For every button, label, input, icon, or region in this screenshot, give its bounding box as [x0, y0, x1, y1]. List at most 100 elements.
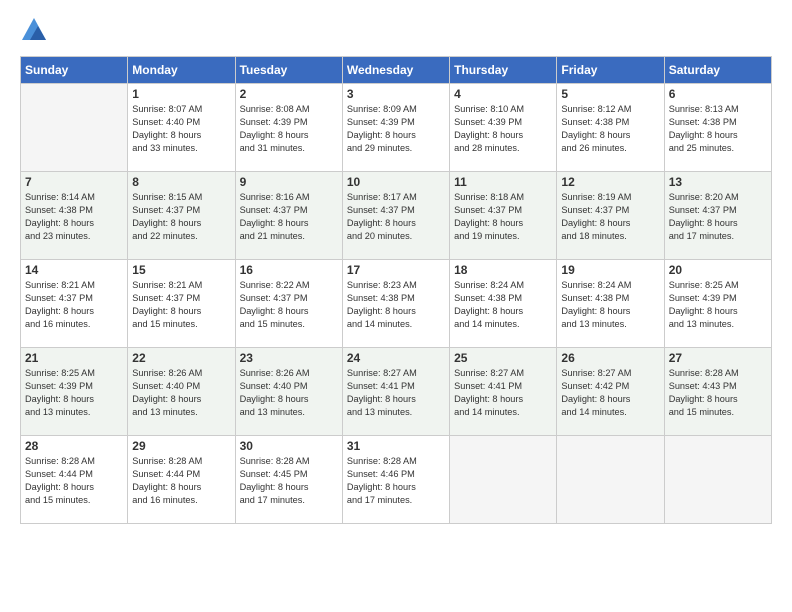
day-info: Sunrise: 8:18 AM Sunset: 4:37 PM Dayligh… — [454, 191, 552, 243]
calendar-cell: 20 Sunrise: 8:25 AM Sunset: 4:39 PM Dayli… — [664, 260, 771, 348]
calendar-cell — [21, 84, 128, 172]
day-number: 30 — [240, 439, 338, 453]
day-header: Saturday — [664, 57, 771, 84]
day-info: Sunrise: 8:13 AM Sunset: 4:38 PM Dayligh… — [669, 103, 767, 155]
calendar-cell: 11 Sunrise: 8:18 AM Sunset: 4:37 PM Dayli… — [450, 172, 557, 260]
day-info: Sunrise: 8:07 AM Sunset: 4:40 PM Dayligh… — [132, 103, 230, 155]
calendar-week-row: 1 Sunrise: 8:07 AM Sunset: 4:40 PM Daylig… — [21, 84, 772, 172]
day-info: Sunrise: 8:28 AM Sunset: 4:44 PM Dayligh… — [132, 455, 230, 507]
day-number: 14 — [25, 263, 123, 277]
day-number: 26 — [561, 351, 659, 365]
calendar-week-row: 21 Sunrise: 8:25 AM Sunset: 4:39 PM Dayli… — [21, 348, 772, 436]
day-number: 29 — [132, 439, 230, 453]
day-number: 7 — [25, 175, 123, 189]
calendar-week-row: 14 Sunrise: 8:21 AM Sunset: 4:37 PM Dayli… — [21, 260, 772, 348]
calendar-cell — [664, 436, 771, 524]
day-info: Sunrise: 8:26 AM Sunset: 4:40 PM Dayligh… — [132, 367, 230, 419]
day-number: 2 — [240, 87, 338, 101]
day-info: Sunrise: 8:28 AM Sunset: 4:43 PM Dayligh… — [669, 367, 767, 419]
calendar-cell: 6Sunrise: 8:13 AM Sunset: 4:38 PM Daylig… — [664, 84, 771, 172]
day-info: Sunrise: 8:08 AM Sunset: 4:39 PM Dayligh… — [240, 103, 338, 155]
day-number: 24 — [347, 351, 445, 365]
day-info: Sunrise: 8:27 AM Sunset: 4:42 PM Dayligh… — [561, 367, 659, 419]
calendar-cell: 14 Sunrise: 8:21 AM Sunset: 4:37 PM Dayli… — [21, 260, 128, 348]
day-info: Sunrise: 8:23 AM Sunset: 4:38 PM Dayligh… — [347, 279, 445, 331]
calendar-cell: 23 Sunrise: 8:26 AM Sunset: 4:40 PM Dayli… — [235, 348, 342, 436]
calendar-cell: 25Sunrise: 8:27 AM Sunset: 4:41 PM Dayli… — [450, 348, 557, 436]
day-number: 31 — [347, 439, 445, 453]
day-number: 18 — [454, 263, 552, 277]
day-header: Sunday — [21, 57, 128, 84]
day-info: Sunrise: 8:25 AM Sunset: 4:39 PM Dayligh… — [669, 279, 767, 331]
day-info: Sunrise: 8:15 AM Sunset: 4:37 PM Dayligh… — [132, 191, 230, 243]
day-info: Sunrise: 8:09 AM Sunset: 4:39 PM Dayligh… — [347, 103, 445, 155]
day-info: Sunrise: 8:21 AM Sunset: 4:37 PM Dayligh… — [25, 279, 123, 331]
calendar-cell: 29 Sunrise: 8:28 AM Sunset: 4:44 PM Dayli… — [128, 436, 235, 524]
calendar-cell: 21 Sunrise: 8:25 AM Sunset: 4:39 PM Dayli… — [21, 348, 128, 436]
day-header: Friday — [557, 57, 664, 84]
calendar-cell: 17 Sunrise: 8:23 AM Sunset: 4:38 PM Dayli… — [342, 260, 449, 348]
day-number: 23 — [240, 351, 338, 365]
calendar-cell: 22Sunrise: 8:26 AM Sunset: 4:40 PM Dayli… — [128, 348, 235, 436]
calendar-cell: 4 Sunrise: 8:10 AM Sunset: 4:39 PM Daylig… — [450, 84, 557, 172]
calendar-cell: 9 Sunrise: 8:16 AM Sunset: 4:37 PM Daylig… — [235, 172, 342, 260]
day-header: Wednesday — [342, 57, 449, 84]
day-number: 10 — [347, 175, 445, 189]
day-number: 28 — [25, 439, 123, 453]
calendar-cell — [450, 436, 557, 524]
day-number: 17 — [347, 263, 445, 277]
day-info: Sunrise: 8:27 AM Sunset: 4:41 PM Dayligh… — [454, 367, 552, 419]
calendar-cell: 13 Sunrise: 8:20 AM Sunset: 4:37 PM Dayli… — [664, 172, 771, 260]
day-number: 19 — [561, 263, 659, 277]
calendar-cell: 24 Sunrise: 8:27 AM Sunset: 4:41 PM Dayli… — [342, 348, 449, 436]
day-number: 11 — [454, 175, 552, 189]
day-info: Sunrise: 8:16 AM Sunset: 4:37 PM Dayligh… — [240, 191, 338, 243]
day-number: 4 — [454, 87, 552, 101]
day-info: Sunrise: 8:19 AM Sunset: 4:37 PM Dayligh… — [561, 191, 659, 243]
day-number: 12 — [561, 175, 659, 189]
day-number: 27 — [669, 351, 767, 365]
day-info: Sunrise: 8:10 AM Sunset: 4:39 PM Dayligh… — [454, 103, 552, 155]
calendar-cell — [557, 436, 664, 524]
calendar-cell: 7Sunrise: 8:14 AM Sunset: 4:38 PM Daylig… — [21, 172, 128, 260]
calendar-cell: 28 Sunrise: 8:28 AM Sunset: 4:44 PM Dayli… — [21, 436, 128, 524]
day-number: 13 — [669, 175, 767, 189]
day-number: 21 — [25, 351, 123, 365]
calendar-week-row: 7Sunrise: 8:14 AM Sunset: 4:38 PM Daylig… — [21, 172, 772, 260]
day-info: Sunrise: 8:27 AM Sunset: 4:41 PM Dayligh… — [347, 367, 445, 419]
calendar-cell: 3 Sunrise: 8:09 AM Sunset: 4:39 PM Daylig… — [342, 84, 449, 172]
day-number: 5 — [561, 87, 659, 101]
day-number: 15 — [132, 263, 230, 277]
day-info: Sunrise: 8:17 AM Sunset: 4:37 PM Dayligh… — [347, 191, 445, 243]
day-info: Sunrise: 8:20 AM Sunset: 4:37 PM Dayligh… — [669, 191, 767, 243]
day-info: Sunrise: 8:22 AM Sunset: 4:37 PM Dayligh… — [240, 279, 338, 331]
calendar-cell: 18 Sunrise: 8:24 AM Sunset: 4:38 PM Dayli… — [450, 260, 557, 348]
day-info: Sunrise: 8:28 AM Sunset: 4:46 PM Dayligh… — [347, 455, 445, 507]
day-info: Sunrise: 8:26 AM Sunset: 4:40 PM Dayligh… — [240, 367, 338, 419]
day-number: 8 — [132, 175, 230, 189]
calendar-cell: 5Sunrise: 8:12 AM Sunset: 4:38 PM Daylig… — [557, 84, 664, 172]
calendar-cell: 12 Sunrise: 8:19 AM Sunset: 4:37 PM Dayli… — [557, 172, 664, 260]
day-number: 16 — [240, 263, 338, 277]
day-number: 3 — [347, 87, 445, 101]
calendar-cell: 10 Sunrise: 8:17 AM Sunset: 4:37 PM Dayli… — [342, 172, 449, 260]
logo — [20, 16, 52, 44]
day-info: Sunrise: 8:28 AM Sunset: 4:44 PM Dayligh… — [25, 455, 123, 507]
calendar-cell: 30 Sunrise: 8:28 AM Sunset: 4:45 PM Dayli… — [235, 436, 342, 524]
day-number: 1 — [132, 87, 230, 101]
calendar-week-row: 28 Sunrise: 8:28 AM Sunset: 4:44 PM Dayli… — [21, 436, 772, 524]
day-info: Sunrise: 8:24 AM Sunset: 4:38 PM Dayligh… — [561, 279, 659, 331]
day-number: 20 — [669, 263, 767, 277]
day-info: Sunrise: 8:25 AM Sunset: 4:39 PM Dayligh… — [25, 367, 123, 419]
day-header: Thursday — [450, 57, 557, 84]
calendar-cell: 26 Sunrise: 8:27 AM Sunset: 4:42 PM Dayli… — [557, 348, 664, 436]
day-info: Sunrise: 8:24 AM Sunset: 4:38 PM Dayligh… — [454, 279, 552, 331]
day-number: 9 — [240, 175, 338, 189]
header — [20, 16, 772, 44]
calendar-cell: 15Sunrise: 8:21 AM Sunset: 4:37 PM Dayli… — [128, 260, 235, 348]
calendar-cell: 2 Sunrise: 8:08 AM Sunset: 4:39 PM Daylig… — [235, 84, 342, 172]
logo-icon — [20, 16, 48, 44]
calendar-cell: 27 Sunrise: 8:28 AM Sunset: 4:43 PM Dayli… — [664, 348, 771, 436]
calendar-cell: 1 Sunrise: 8:07 AM Sunset: 4:40 PM Daylig… — [128, 84, 235, 172]
day-info: Sunrise: 8:28 AM Sunset: 4:45 PM Dayligh… — [240, 455, 338, 507]
